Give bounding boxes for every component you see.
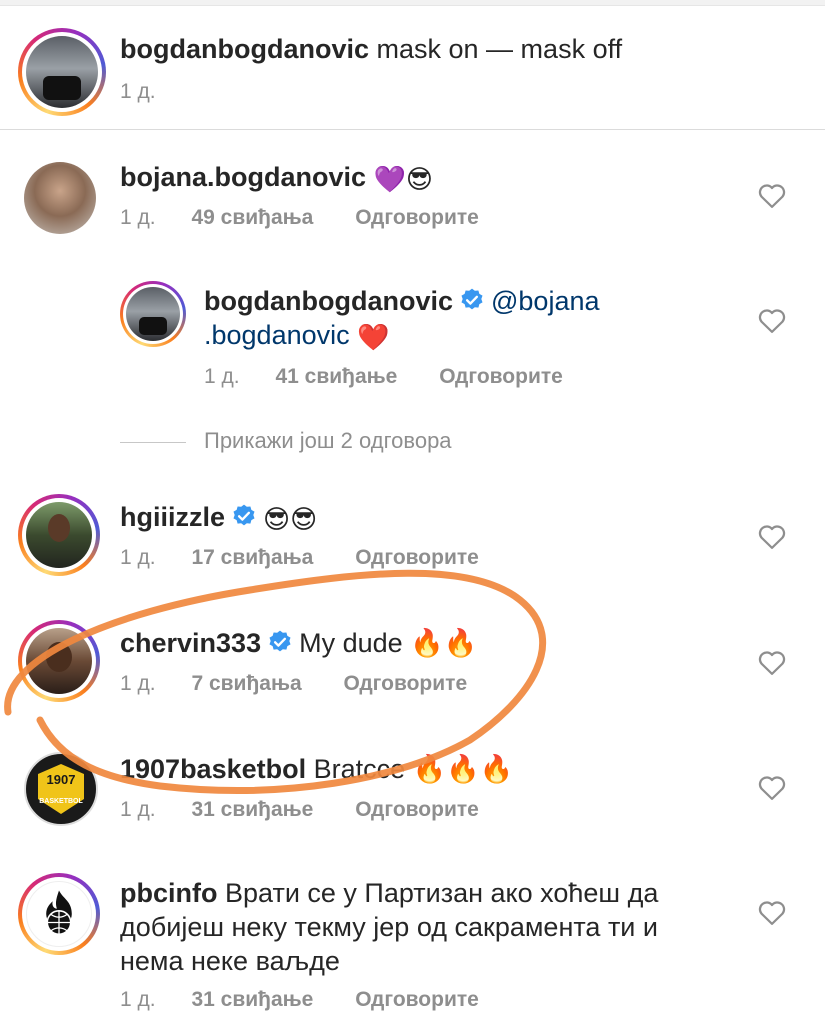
comment-5-line: 1907basketbol Bratcce 🔥🔥🔥 (120, 752, 514, 786)
comment-text: 💜😎 (373, 164, 434, 194)
comment-text: 😎😎 (263, 504, 318, 534)
comment-time: 1 д. (120, 672, 156, 695)
comment-text-3: нема неке ваљде (120, 946, 340, 976)
comment-likes[interactable]: 31 свиђање (191, 988, 313, 1012)
reply-button[interactable]: Одговорите (344, 672, 468, 696)
heart-outline-icon[interactable] (757, 898, 787, 926)
reply-button[interactable]: Одговорите (439, 365, 563, 389)
comment-6-line2: добијеш неку текму јер од сакрамента ти … (120, 910, 658, 944)
comment-username[interactable]: pbcinfo (120, 878, 217, 908)
basketball-flame-icon (46, 890, 72, 936)
reply-button[interactable]: Одговорите (355, 546, 479, 570)
reply-button[interactable]: Одговорите (355, 206, 479, 230)
comment-username[interactable]: 1907basketbol (120, 754, 306, 784)
comment-likes[interactable]: 49 свиђања (191, 206, 313, 230)
caption-avatar[interactable] (18, 28, 106, 116)
comment-username[interactable]: bogdanbogdanovic (204, 286, 453, 316)
heart-outline-icon[interactable] (757, 773, 787, 801)
avatar-1907basketbol[interactable]: 1907 BASKETBOL (24, 752, 98, 826)
caption-username[interactable]: bogdanbogdanovic (120, 34, 369, 64)
comment-3-meta: 1 д. 17 свиђања Одговорите (120, 546, 479, 570)
comment-4-line: chervin333 My dude 🔥🔥 (120, 626, 477, 660)
comment-text-2: добијеш неку текму јер од сакрамента ти … (120, 912, 658, 942)
comment-username[interactable]: chervin333 (120, 628, 261, 658)
comment-likes[interactable]: 31 свиђање (191, 798, 313, 822)
comment-likes[interactable]: 7 свиђања (191, 672, 301, 696)
comment-likes[interactable]: 17 свиђања (191, 546, 313, 570)
reply-button[interactable]: Одговорите (355, 988, 479, 1012)
reply-button[interactable]: Одговорите (355, 798, 479, 822)
comment-username[interactable]: bojana.bogdanovic (120, 162, 366, 192)
comment-2-meta: 1 д. 41 свиђање Одговорите (204, 365, 563, 389)
avatar-1907-sub: BASKETBOL (39, 798, 83, 805)
replies-divider (120, 441, 186, 443)
view-more-replies[interactable]: Прикажи још 2 одговора (120, 428, 452, 454)
caption-text: mask on — mask off (376, 34, 623, 64)
comment-5-meta: 1 д. 31 свиђање Одговорите (120, 798, 479, 822)
avatar-chervin333[interactable] (18, 620, 100, 702)
heart-outline-icon[interactable] (757, 648, 787, 676)
comment-6-line1: pbcinfo Врати се у Партизан ако хоћеш да (120, 876, 658, 910)
heart-outline-icon[interactable] (757, 522, 787, 550)
verified-badge-icon (269, 630, 291, 652)
comment-time: 1 д. (120, 546, 156, 569)
verified-badge-icon (461, 288, 483, 310)
comment-6-line3: нема неке ваљде (120, 944, 340, 978)
caption-meta: 1 д. (120, 80, 156, 104)
verified-badge-icon (233, 504, 255, 526)
comment-2-line2: .bogdanovic ❤️ (204, 318, 390, 354)
caption-time: 1 д. (120, 80, 156, 103)
post-caption: bogdanbogdanovic mask on — mask off 1 д. (0, 6, 825, 130)
caption-line: bogdanbogdanovic mask on — mask off (120, 32, 622, 66)
comment-username[interactable]: hgiiizzle (120, 502, 225, 532)
avatar-bojana[interactable] (24, 162, 96, 234)
comment-time: 1 д. (120, 206, 156, 229)
comment-2-line1: bogdanbogdanovic @bojana (204, 284, 600, 318)
comment-4-meta: 1 д. 7 свиђања Одговорите (120, 672, 467, 696)
comment-1-line: bojana.bogdanovic 💜😎 (120, 160, 433, 196)
comment-3-line: hgiiizzle 😎😎 (120, 500, 317, 536)
comment-1-meta: 1 д. 49 свиђања Одговорите (120, 206, 479, 230)
comment-time: 1 д. (120, 798, 156, 821)
avatar-1907-number: 1907 (46, 772, 76, 787)
avatar-pbcinfo[interactable] (18, 873, 100, 955)
view-more-label: Прикажи још 2 одговора (204, 428, 452, 453)
comment-likes[interactable]: 41 свиђање (275, 365, 397, 389)
avatar-bogdanbogdanovic-reply[interactable] (120, 281, 186, 347)
heart-outline-icon[interactable] (757, 181, 787, 209)
comment-text-1: Врати се у Партизан ако хоћеш да (225, 878, 659, 908)
comment-text: ❤️ (357, 322, 390, 352)
comment-text: My dude 🔥🔥 (299, 628, 478, 658)
avatar-hgiiizzle[interactable] (18, 494, 100, 576)
comment-6-meta: 1 д. 31 свиђање Одговорите (120, 988, 479, 1012)
comment-time: 1 д. (204, 365, 240, 388)
mention-link-cont[interactable]: .bogdanovic (204, 320, 350, 350)
comment-time: 1 д. (120, 988, 156, 1011)
comment-text: Bratcce 🔥🔥🔥 (313, 754, 514, 784)
heart-outline-icon[interactable] (757, 306, 787, 334)
mention-link[interactable]: @bojana (491, 286, 600, 316)
